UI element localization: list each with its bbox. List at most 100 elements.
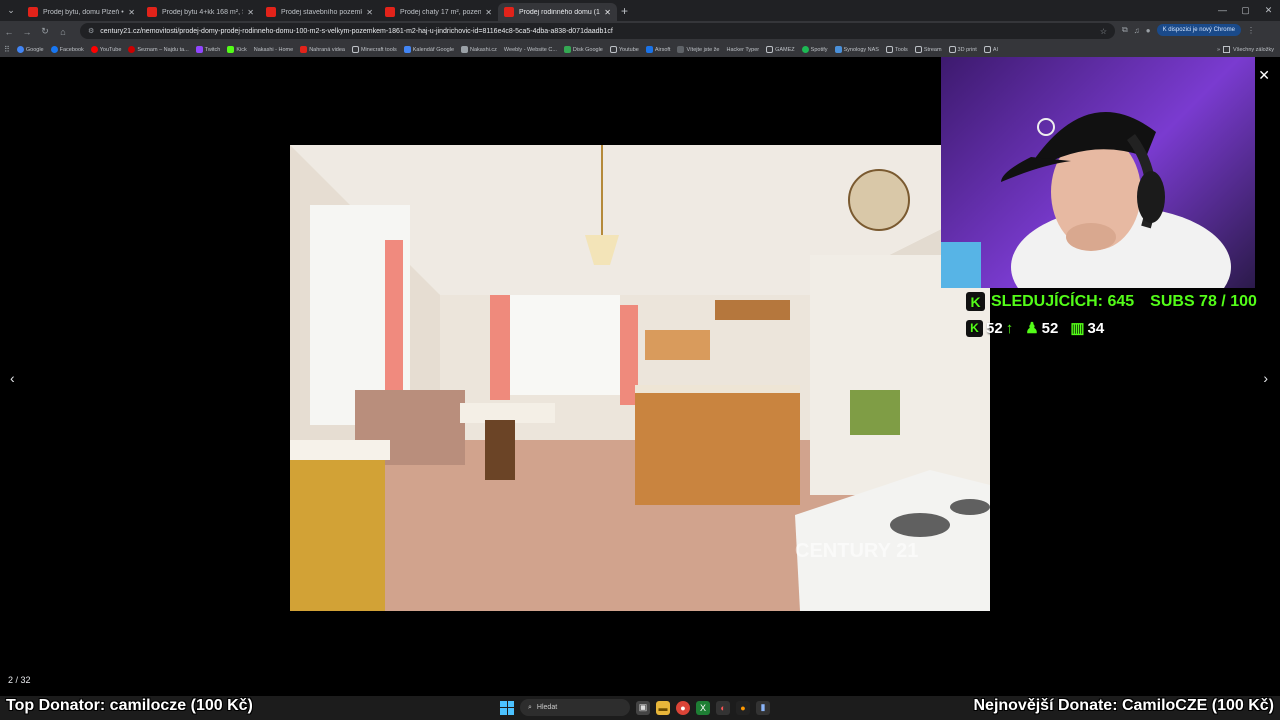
kitchen-photo-illustration: CENTURY 21 [290, 145, 990, 611]
bookmark-star-icon[interactable]: ☆ [1100, 27, 1107, 36]
users-stat: ♟ 52 [1025, 319, 1059, 338]
bookmark-folder[interactable]: GAMEZ [766, 46, 795, 53]
taskbar-search[interactable]: ⌕ Hledat [520, 699, 630, 716]
media-icon[interactable]: ♫ [1134, 26, 1140, 35]
windows-start-icon[interactable] [500, 700, 514, 715]
kick-logo-icon: K [966, 292, 985, 311]
app-icon[interactable]: ◐ [716, 700, 730, 715]
home-icon[interactable]: ⌂ [54, 27, 72, 37]
bookmarks-bar: ⠿ Google Facebook YouTube Seznam – Najdu… [0, 42, 1280, 57]
bookmark-item[interactable]: Seznam – Najdu ta... [128, 46, 189, 53]
maximize-icon[interactable]: ▢ [1234, 0, 1257, 21]
century21-favicon-icon [385, 7, 395, 17]
toolbar-right: ⧉ ♫ ● K dispozici je nový Chrome ⋮ [1122, 24, 1255, 36]
folder-icon [766, 46, 774, 53]
close-tab-icon[interactable]: ✕ [485, 8, 492, 17]
next-image-icon[interactable]: › [1263, 370, 1268, 386]
bookmark-folder[interactable]: Stream [914, 46, 942, 53]
bookmark-item[interactable]: Hacker Typer [727, 47, 760, 53]
webcam-overlay [941, 57, 1255, 288]
profile-icon[interactable]: ● [1146, 26, 1151, 35]
bookmark-item[interactable]: YouTube [90, 46, 121, 53]
bookmark-item[interactable]: Twitch [195, 46, 220, 53]
all-bookmarks-button[interactable]: » Všechny záložky [1212, 42, 1274, 57]
drive-icon [563, 46, 571, 53]
facebook-icon [50, 46, 58, 53]
extensions-icon[interactable]: ⧉ [1122, 25, 1128, 35]
tab-search-icon[interactable]: ⌄ [0, 0, 22, 21]
close-tab-icon[interactable]: ✕ [247, 8, 254, 17]
close-tab-icon[interactable]: ✕ [366, 8, 373, 17]
address-url: century21.cz/nemovitosti/prodej-domy-pro… [100, 27, 613, 35]
update-chrome-button[interactable]: K dispozici je nový Chrome [1156, 24, 1241, 36]
page-icon [677, 46, 685, 53]
back-icon[interactable]: ← [0, 27, 18, 37]
task-view-icon[interactable]: ▣ [636, 700, 650, 715]
browser-tab[interactable]: Prodej chaty 17 m², pozemek 2✕ [379, 3, 498, 21]
bookmark-item[interactable]: Weebly - Website C... [504, 47, 557, 53]
folder-icon [351, 46, 359, 53]
bar-chart-icon: ▥ [1070, 320, 1085, 337]
bookmark-folder[interactable]: Tools [885, 46, 908, 53]
menu-icon[interactable]: ⋮ [1247, 26, 1255, 35]
bookmark-item[interactable]: Nahraná videa [300, 46, 345, 53]
bookmark-item[interactable]: Kick [227, 46, 247, 53]
stats-row-secondary: K 52 ↑ ♟ 52 ▥ 34 [966, 319, 1276, 337]
latest-donate-label: Nejnovější Donate: CamiloCZE (100 Kč) [973, 697, 1274, 714]
airsoft-icon [645, 46, 653, 53]
bookmark-folder[interactable]: Minecraft tools [351, 46, 397, 53]
folder-icon [1223, 46, 1231, 53]
forward-icon[interactable]: → [18, 27, 36, 37]
streamer-webcam-illustration [941, 112, 1231, 288]
bookmark-folder[interactable]: AI [983, 46, 998, 53]
calendar-icon [403, 46, 411, 53]
bookmark-item[interactable]: Nakashi.cz [461, 46, 497, 53]
browser-tab-active[interactable]: Prodej rodinného domu (100 m²)✕ [498, 3, 617, 21]
viewers-count: SLEDUJÍCÍCH: 645 [991, 292, 1135, 310]
close-viewer-icon[interactable]: ✕ [1258, 67, 1270, 84]
excel-icon[interactable]: X [696, 700, 710, 715]
minimize-icon[interactable]: — [1211, 0, 1234, 21]
bookmark-item[interactable]: Facebook [50, 46, 84, 53]
bookmark-item[interactable]: Kalendář Google [403, 46, 454, 53]
close-tab-icon[interactable]: ✕ [128, 8, 135, 17]
folder-icon [914, 46, 922, 53]
arrow-up-icon: ↑ [1005, 319, 1014, 337]
new-tab-icon[interactable]: + [621, 4, 628, 18]
twitch-icon [195, 46, 203, 53]
bookmark-item[interactable]: Nakashi - Home [254, 47, 293, 53]
stream-stats: K SLEDUJÍCÍCH: 645 SUBS 78 / 100 K 52 ↑ ♟ 5… [966, 292, 1276, 337]
bookmark-item[interactable]: Synology NAS [834, 46, 879, 53]
youtube-icon [90, 46, 98, 53]
bookmark-item[interactable]: Disk Google [563, 46, 603, 53]
file-explorer-icon[interactable]: ▬ [656, 700, 670, 715]
browser-tab[interactable]: Prodej stavebního pozemku 4300✕ [260, 3, 379, 21]
bookmark-item[interactable]: Spotify [801, 46, 828, 53]
user-icon: ♟ [1025, 320, 1039, 337]
app-icon[interactable]: ▮ [756, 700, 770, 715]
bookmark-item[interactable]: Google [16, 46, 44, 53]
video-icon [300, 46, 308, 53]
bookmark-folder[interactable]: Youtube [609, 46, 639, 53]
reload-icon[interactable]: ↻ [36, 26, 54, 37]
top-donator-label: Top Donator: camilocze (100 Kč) [6, 697, 253, 714]
apps-icon[interactable]: ⠿ [4, 45, 10, 54]
bookmark-item[interactable]: Vítejte jste že [677, 46, 720, 53]
century21-favicon-icon [266, 7, 276, 17]
site-info-icon[interactable]: ⚙ [88, 27, 94, 35]
bookmark-folder[interactable]: 3D print [948, 46, 977, 53]
seznam-icon [128, 46, 136, 53]
browser-tab[interactable]: Prodej bytu, domu Plzeň • Sreal✕ [22, 3, 141, 21]
window-close-icon[interactable]: ✕ [1257, 0, 1280, 21]
obs-icon[interactable]: ● [736, 700, 750, 715]
bookmark-item[interactable]: Airsoft [645, 46, 670, 53]
browser-tab[interactable]: Prodej bytu 4+kk 168 m², Šafaříkova✕ [141, 3, 260, 21]
bars-stat: ▥ 34 [1070, 319, 1105, 338]
century21-favicon-icon [28, 7, 38, 17]
close-tab-icon[interactable]: ✕ [604, 8, 611, 17]
previous-image-icon[interactable]: ‹ [10, 370, 15, 386]
address-bar[interactable]: ⚙ century21.cz/nemovitosti/prodej-domy-p… [80, 23, 1115, 39]
kick-icon [227, 46, 235, 53]
search-icon: ⌕ [528, 703, 532, 711]
chrome-icon[interactable]: ● [676, 700, 690, 715]
